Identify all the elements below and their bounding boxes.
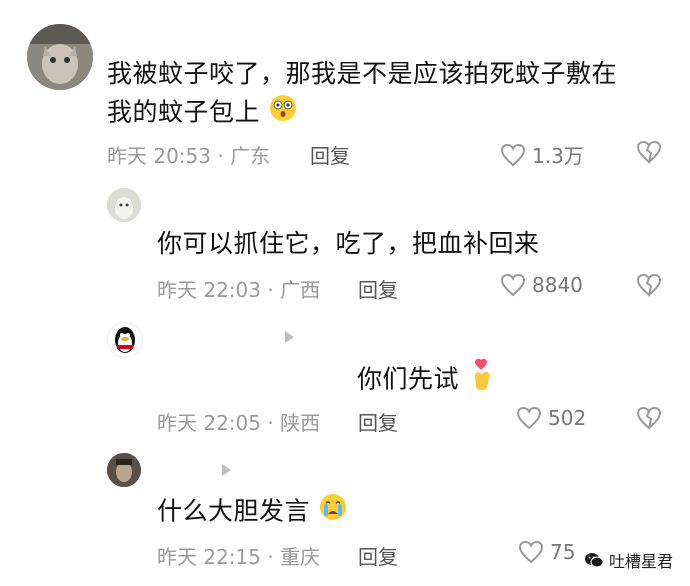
wechat-icon xyxy=(585,553,604,568)
heart-icon xyxy=(500,143,526,166)
comment-time: 昨天 20:53 · 广东 xyxy=(107,144,271,168)
penguin-icon xyxy=(115,327,135,353)
reply-arrow-icon xyxy=(222,464,231,476)
avatar[interactable] xyxy=(107,322,143,358)
heart-icon xyxy=(518,540,544,564)
like-button[interactable]: 8840 xyxy=(500,273,583,297)
dislike-button[interactable] xyxy=(636,273,662,301)
like-count: 8840 xyxy=(532,273,583,297)
reply-button[interactable]: 回复 xyxy=(358,407,398,436)
comment-text: 什么大胆发言 xyxy=(157,492,348,533)
like-count: 75 xyxy=(550,540,576,564)
comment-text: 你可以抓住它，吃了，把血补回来 xyxy=(157,229,540,258)
watermark-text: 吐槽星君 xyxy=(609,552,674,571)
like-count: 1.3万 xyxy=(532,144,584,168)
reply-button[interactable]: 回复 xyxy=(310,140,350,169)
heart-icon xyxy=(500,273,526,297)
comment-time: 昨天 22:15 · 重庆 xyxy=(157,545,321,569)
comment-time: 昨天 22:05 · 陕西 xyxy=(157,411,321,435)
reply-button[interactable]: 回复 xyxy=(358,541,398,570)
finger-heart-icon xyxy=(467,358,497,403)
avatar[interactable] xyxy=(107,453,141,487)
like-button[interactable]: 502 xyxy=(516,406,586,430)
watermark: 吐槽星君 xyxy=(578,546,680,574)
dislike-button[interactable] xyxy=(636,406,662,434)
broken-heart-icon xyxy=(636,406,662,430)
crying-face-icon xyxy=(318,492,348,533)
flushed-face-icon xyxy=(268,93,298,134)
avatar[interactable] xyxy=(27,24,93,90)
like-count: 502 xyxy=(548,406,587,430)
comment-text: 我被蚊子咬了，那我是不是应该拍死蚊子敷在 我的蚊子包上 xyxy=(107,55,667,134)
heart-icon xyxy=(516,406,542,430)
dislike-button[interactable] xyxy=(636,140,662,168)
like-button[interactable]: 1.3万 xyxy=(500,140,584,169)
comment-text: 你们先试 xyxy=(357,358,497,403)
like-button[interactable]: 75 xyxy=(518,540,575,564)
broken-heart-icon xyxy=(636,140,662,164)
broken-heart-icon xyxy=(636,273,662,297)
comment-time: 昨天 22:03 · 广西 xyxy=(157,278,321,302)
reply-arrow-icon xyxy=(285,331,294,343)
reply-button[interactable]: 回复 xyxy=(358,274,398,303)
avatar[interactable] xyxy=(107,188,141,222)
